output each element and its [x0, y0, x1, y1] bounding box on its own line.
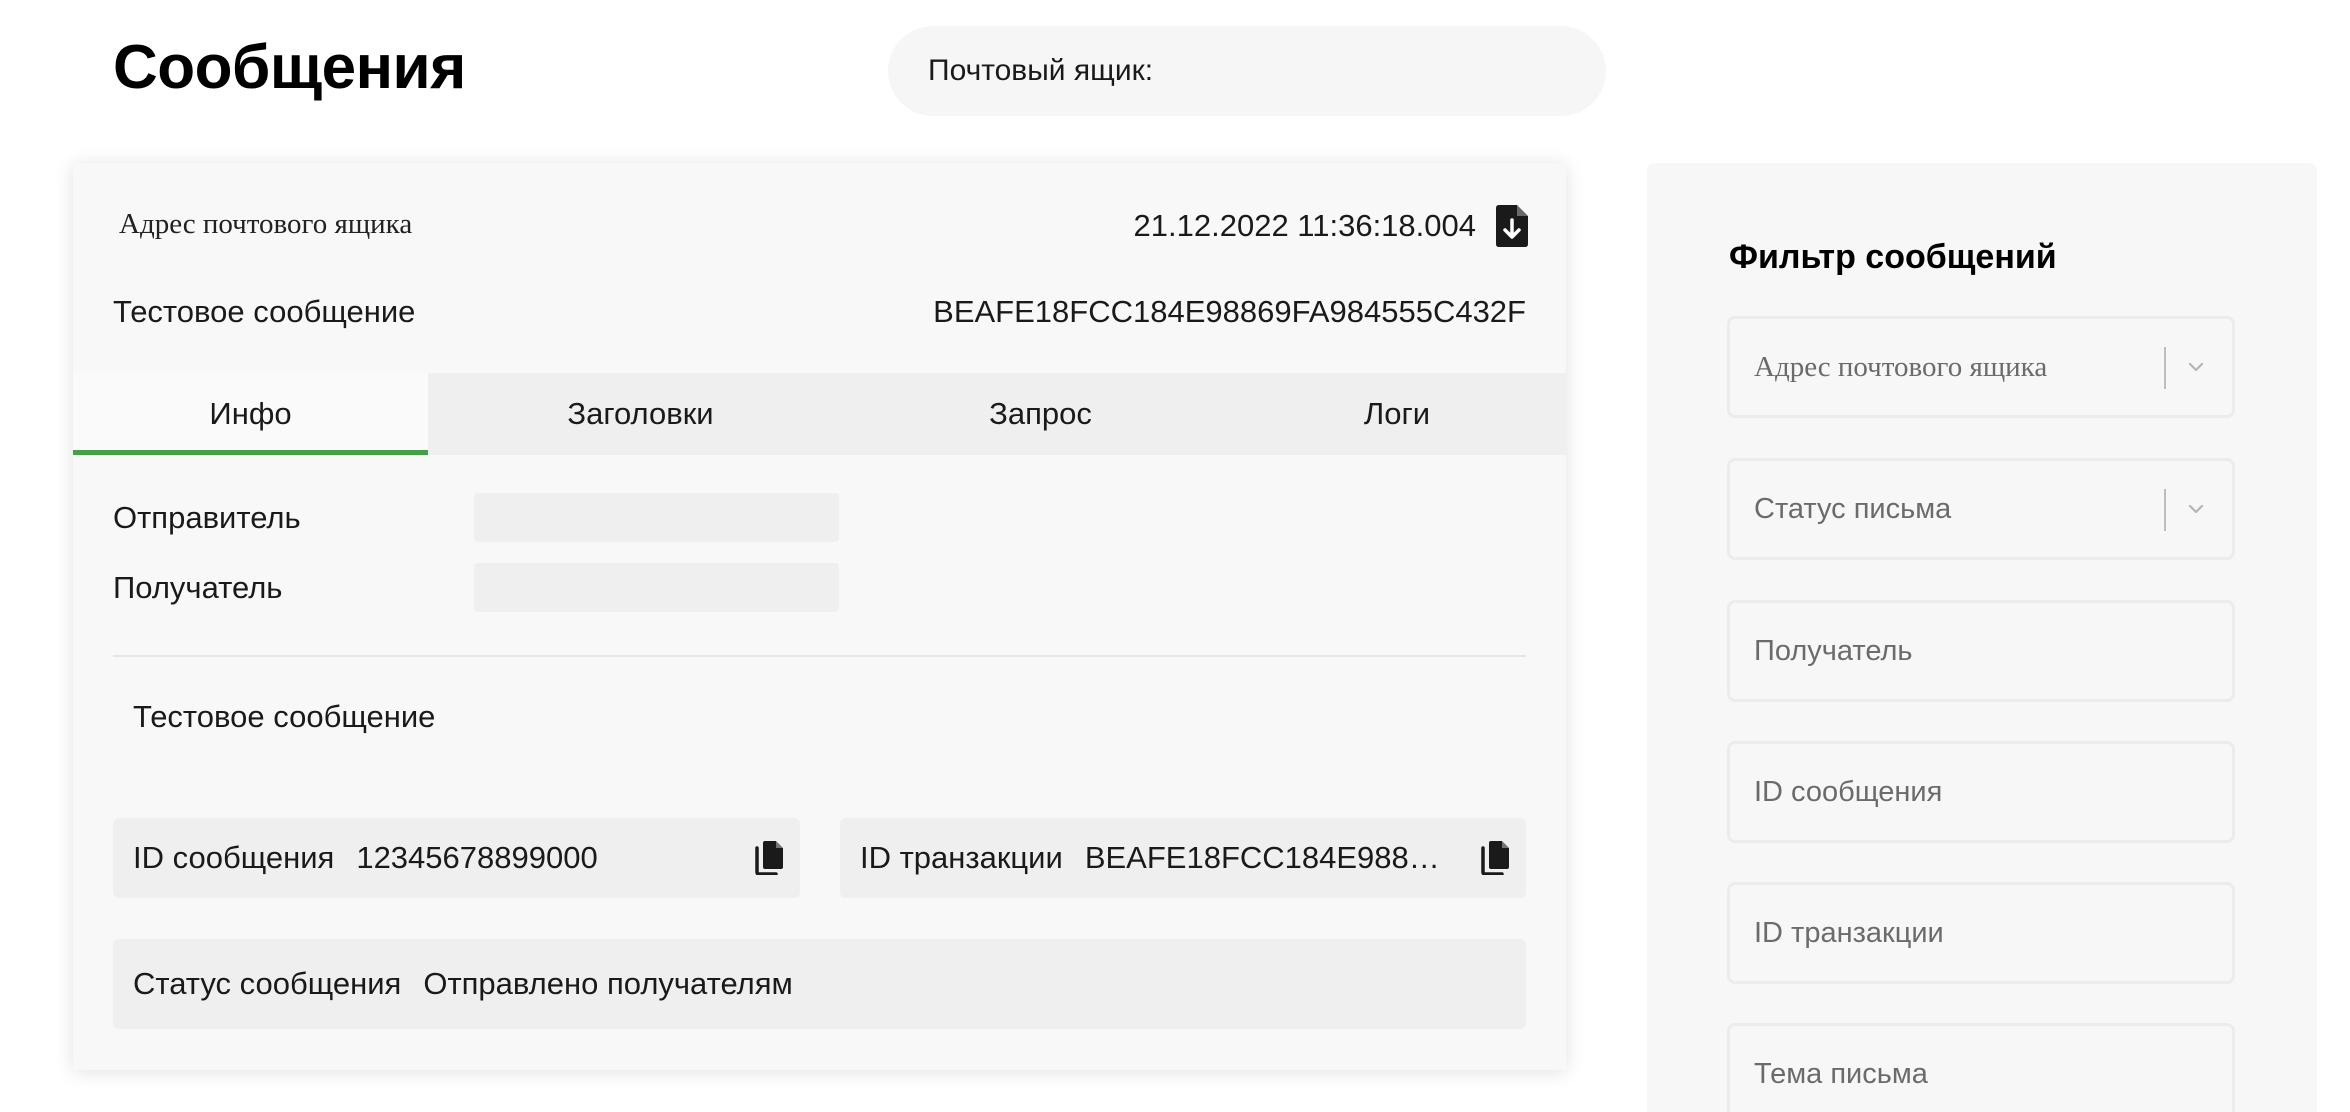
filter-panel: Фильтр сообщений Адрес почтового ящика С…: [1647, 163, 2317, 1112]
tab-info[interactable]: Инфо: [73, 373, 428, 455]
recipient-value: [474, 563, 839, 612]
select-separator: [2164, 347, 2166, 389]
message-id-box: ID сообщения 12345678899000: [113, 818, 800, 898]
message-tabs: Инфо Заголовки Запрос Логи: [73, 373, 1566, 455]
message-id-label: ID сообщения: [133, 840, 335, 875]
sender-label: Отправитель: [113, 499, 301, 535]
tab-request[interactable]: Запрос: [853, 373, 1228, 455]
filter-status-select[interactable]: Статус письма: [1727, 458, 2235, 560]
copy-icon[interactable]: [1480, 841, 1510, 875]
divider: [113, 655, 1526, 657]
mailbox-label: Почтовый ящик:: [928, 54, 1154, 87]
message-body: Тестовое сообщение: [133, 699, 436, 734]
status-label: Статус сообщения: [133, 966, 402, 1001]
status-value: Отправлено получателям: [423, 966, 793, 1001]
recipient-label: Получатель: [113, 569, 283, 605]
transaction-id-label: ID транзакции: [860, 840, 1063, 875]
messages-page: Сообщения Почтовый ящик: Адрес почтового…: [0, 0, 2350, 1112]
chevron-down-icon[interactable]: [2186, 499, 2206, 519]
filter-message-id-input[interactable]: ID сообщения: [1727, 741, 2235, 843]
filter-title: Фильтр сообщений: [1729, 238, 2057, 276]
filter-subject-placeholder: Тема письма: [1754, 1057, 1928, 1090]
transaction-id-box: ID транзакции BEAFE18FCC184E9886…: [840, 818, 1526, 898]
filter-status-placeholder: Статус письма: [1754, 492, 1952, 525]
mailbox-selector[interactable]: Почтовый ящик:: [888, 26, 1606, 116]
page-title: Сообщения: [113, 33, 466, 102]
filter-message-id-placeholder: ID сообщения: [1754, 775, 1943, 808]
message-card: Адрес почтового ящика 21.12.2022 11:36:1…: [73, 163, 1566, 1070]
filter-transaction-id-input[interactable]: ID транзакции: [1727, 882, 2235, 984]
filter-mailbox-placeholder: Адрес почтового ящика: [1754, 350, 2048, 383]
tab-logs[interactable]: Логи: [1228, 373, 1566, 455]
recipient-row: Получатель: [113, 563, 839, 612]
filter-recipient-input[interactable]: Получатель: [1727, 600, 2235, 702]
message-mailbox-address: Адрес почтового ящика: [119, 208, 413, 240]
filter-transaction-id-placeholder: ID транзакции: [1754, 916, 1944, 949]
chevron-down-icon[interactable]: [2186, 357, 2206, 377]
filter-subject-input[interactable]: Тема письма: [1727, 1023, 2235, 1112]
message-subject: Тестовое сообщение: [113, 294, 416, 329]
select-separator: [2164, 489, 2166, 531]
copy-icon[interactable]: [754, 841, 784, 875]
filter-mailbox-select[interactable]: Адрес почтового ящика: [1727, 316, 2235, 418]
file-download-icon[interactable]: [1496, 205, 1528, 247]
filter-recipient-placeholder: Получатель: [1754, 634, 1913, 667]
sender-row: Отправитель: [113, 493, 839, 542]
sender-value: [474, 493, 839, 542]
message-datetime: 21.12.2022 11:36:18.004: [1133, 208, 1476, 243]
transaction-id-value: BEAFE18FCC184E9886…: [1084, 840, 1454, 875]
tab-headers[interactable]: Заголовки: [428, 373, 853, 455]
message-transaction-id: BEAFE18FCC184E98869FA984555C432F: [933, 294, 1526, 329]
status-box: Статус сообщения Отправлено получателям: [113, 939, 1526, 1029]
message-id-value: 12345678899000: [356, 840, 598, 875]
